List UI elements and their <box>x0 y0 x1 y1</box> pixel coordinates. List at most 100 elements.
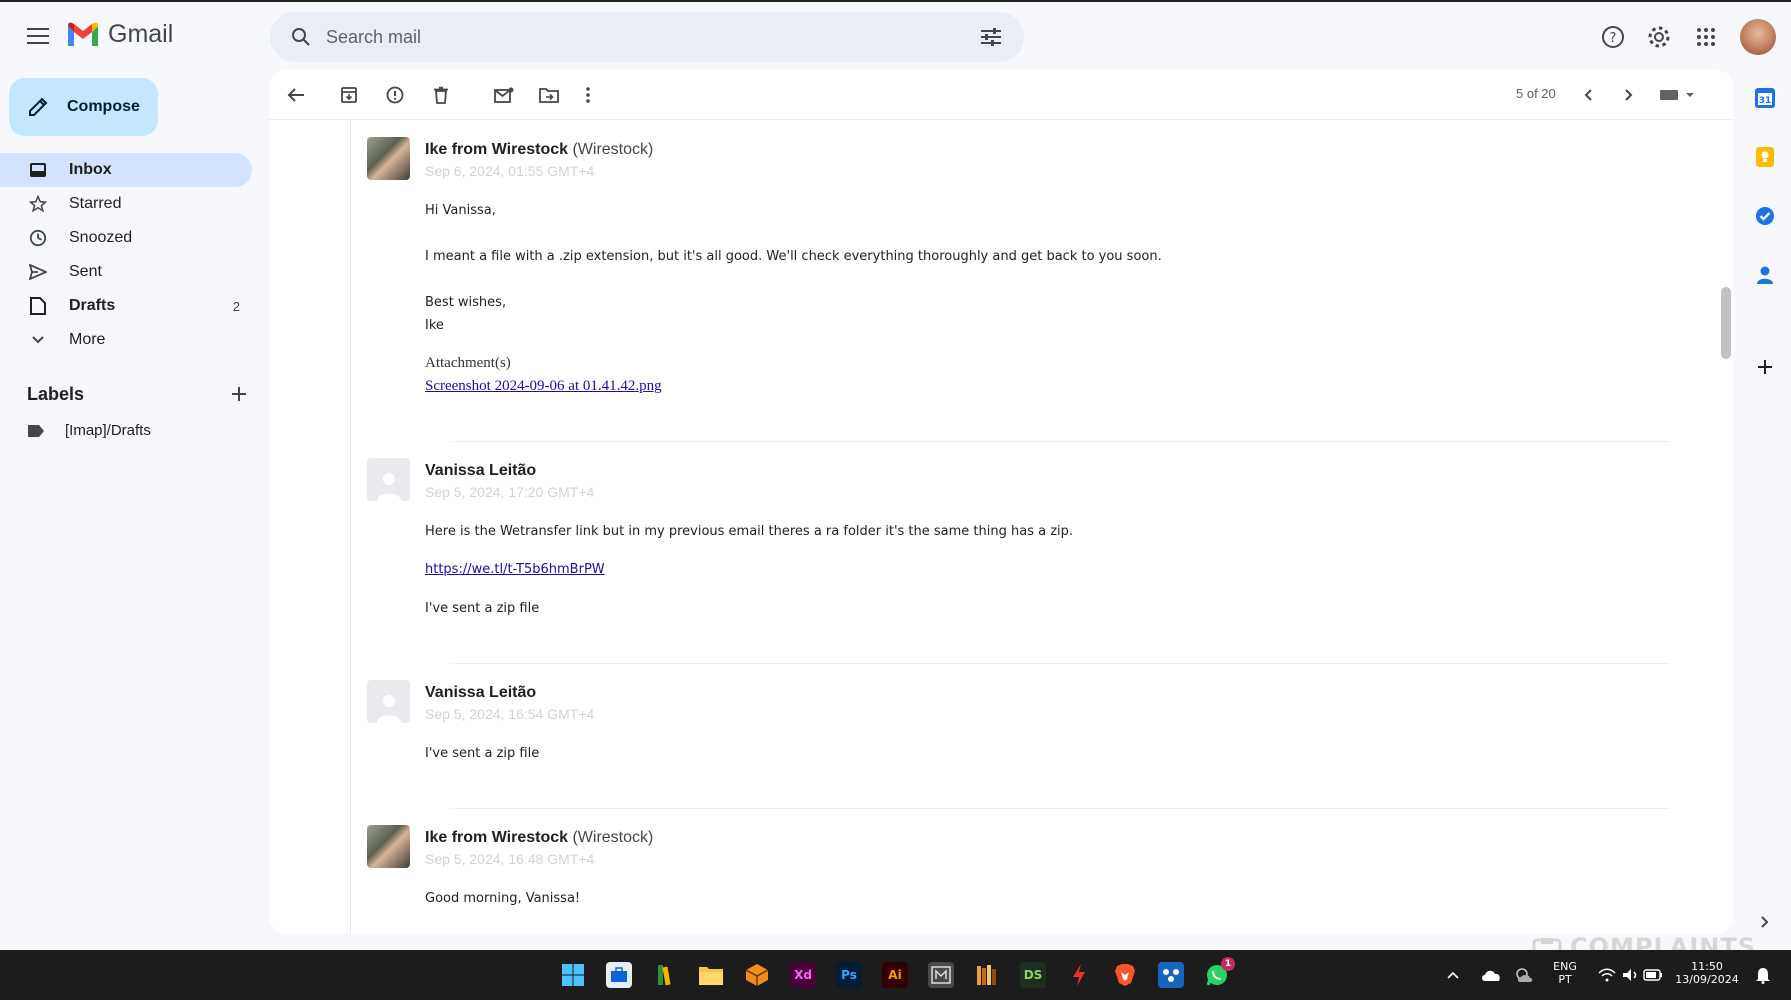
whatsapp-badge: 1 <box>1221 957 1235 971</box>
message-date: Sep 5, 2024, 16:48 GMT+4 <box>425 851 595 867</box>
tasks-icon[interactable] <box>1753 204 1777 228</box>
archive-icon[interactable] <box>335 81 363 109</box>
file-explorer-icon[interactable] <box>698 962 724 988</box>
books-app-icon[interactable] <box>652 962 678 988</box>
sender-name: Ike from Wirestock (Wirestock) <box>425 141 654 158</box>
brave-browser-icon[interactable] <box>1112 962 1138 988</box>
ds-app-icon[interactable]: DS <box>1020 962 1046 988</box>
compose-label: Compose <box>67 98 140 115</box>
search-bar[interactable] <box>270 12 1024 62</box>
sidebar-item-label: Drafts <box>69 297 116 314</box>
settings-gear-icon[interactable] <box>1643 21 1675 53</box>
thread-message[interactable]: Ike from Wirestock (Wirestock) Sep 5, 20… <box>367 825 1687 925</box>
weather-tray-icon[interactable] <box>1512 962 1538 988</box>
conversation-thread: Ike from Wirestock (Wirestock) Sep 6, 20… <box>350 120 1720 934</box>
thread-message[interactable]: Vanissa Leitão Sep 5, 2024, 16:54 GMT+4 … <box>367 680 1687 780</box>
add-addon-icon[interactable] <box>1753 355 1777 379</box>
network-app-icon[interactable] <box>1158 962 1184 988</box>
tray-chevron-up-icon[interactable] <box>1444 962 1462 988</box>
sidebar-item-label: Starred <box>69 195 122 212</box>
attachment-link[interactable]: Screenshot 2024-09-06 at 01.41.42.png <box>425 378 662 395</box>
chevron-right-icon[interactable] <box>1615 81 1643 109</box>
draft-icon <box>27 295 49 317</box>
message-text: Here is the Wetransfer link but in my pr… <box>425 524 1074 539</box>
scrollbar-thumb[interactable] <box>1721 287 1731 359</box>
clock-icon <box>27 227 49 249</box>
windows-start-icon[interactable] <box>560 962 586 988</box>
message-toolbar: 5 of 20 <box>269 70 1733 120</box>
help-icon[interactable]: ? <box>1597 21 1629 53</box>
svg-text:31: 31 <box>1759 96 1772 106</box>
message-text: Good morning, Vanissa! <box>425 891 581 906</box>
onedrive-cloud-icon[interactable] <box>1478 962 1504 988</box>
keyboard-layout: PT <box>1558 973 1572 986</box>
input-tools-keyboard-icon[interactable] <box>1657 81 1697 109</box>
default-avatar-icon <box>367 680 410 723</box>
sidebar-item-snoozed[interactable]: Snoozed <box>0 221 252 255</box>
expand-panel-chevron-icon[interactable] <box>1753 910 1777 934</box>
library-app-icon[interactable] <box>974 962 1000 988</box>
sidebar-item-sent[interactable]: Sent <box>0 255 252 289</box>
app-header: Gmail ? <box>0 2 1791 66</box>
add-label-icon[interactable] <box>231 386 247 402</box>
svg-text:?: ? <box>1610 31 1617 46</box>
store-app-icon[interactable] <box>606 962 632 988</box>
app-name: Gmail <box>108 20 174 48</box>
media-app-icon[interactable] <box>928 962 954 988</box>
calendar-icon[interactable]: 31 <box>1753 86 1777 110</box>
label-imap-drafts[interactable]: [Imap]/Drafts <box>27 422 151 439</box>
flash-app-icon[interactable] <box>1066 962 1092 988</box>
delete-trash-icon[interactable] <box>427 81 455 109</box>
message-text: I've sent a zip file <box>425 746 540 761</box>
search-input[interactable] <box>326 26 966 48</box>
clock-display[interactable]: 11:50 13/09/2024 <box>1672 960 1742 986</box>
illustrator-icon[interactable]: Ai <box>882 962 908 988</box>
message-text: Ike <box>425 318 444 333</box>
sidebar-item-drafts[interactable]: Drafts 2 <box>0 289 252 323</box>
sender-avatar <box>367 825 410 868</box>
star-icon <box>27 193 49 215</box>
notification-bell-icon[interactable] <box>1750 962 1776 988</box>
wetransfer-link[interactable]: https://we.tl/t-T5b6hmBrPW <box>425 562 605 577</box>
language-indicator[interactable]: ENG PT <box>1550 960 1580 986</box>
message-date: Sep 5, 2024, 17:20 GMT+4 <box>425 484 595 500</box>
pagination-count: 5 of 20 <box>1516 86 1556 101</box>
battery-icon[interactable] <box>1640 962 1666 988</box>
more-vert-icon[interactable] <box>574 81 602 109</box>
search-options-icon[interactable] <box>966 12 1016 62</box>
clock-date: 13/09/2024 <box>1675 973 1739 986</box>
chevron-left-icon[interactable] <box>1574 81 1602 109</box>
main-menu-icon[interactable] <box>22 20 54 52</box>
language-code: ENG <box>1553 960 1577 973</box>
gmail-logo[interactable]: Gmail <box>66 20 173 49</box>
send-icon <box>27 261 49 283</box>
sender-name: Vanissa Leitão <box>425 684 537 701</box>
contacts-icon[interactable] <box>1753 263 1777 287</box>
photoshop-icon[interactable]: Ps <box>836 962 862 988</box>
sender-name: Ike from Wirestock (Wirestock) <box>425 829 654 846</box>
message-date: Sep 5, 2024, 16:54 GMT+4 <box>425 706 595 722</box>
sidebar-item-label: More <box>69 331 106 348</box>
sidebar-item-inbox[interactable]: Inbox <box>0 153 252 187</box>
thread-message[interactable]: Ike from Wirestock (Wirestock) Sep 6, 20… <box>367 137 1687 417</box>
report-spam-icon[interactable] <box>381 81 409 109</box>
message-text: I've sent a zip file <box>425 601 540 616</box>
search-icon[interactable] <box>276 12 326 62</box>
move-to-folder-icon[interactable] <box>535 81 563 109</box>
adobe-xd-icon[interactable]: Xd <box>790 962 816 988</box>
keep-notes-icon[interactable] <box>1753 145 1777 169</box>
account-avatar[interactable] <box>1740 19 1776 55</box>
apps-grid-icon[interactable] <box>1690 21 1722 53</box>
pencil-icon <box>29 97 48 116</box>
wifi-icon[interactable] <box>1594 962 1620 988</box>
sender-avatar <box>367 137 410 180</box>
whatsapp-icon[interactable]: 1 <box>1204 957 1235 988</box>
mark-unread-icon[interactable] <box>490 81 518 109</box>
compose-button[interactable]: Compose <box>9 78 158 136</box>
package-app-icon[interactable] <box>744 962 770 988</box>
sidebar-item-more[interactable]: More <box>0 323 252 357</box>
back-arrow-icon[interactable] <box>282 81 310 109</box>
sidebar-item-starred[interactable]: Starred <box>0 187 252 221</box>
drafts-count: 2 <box>232 298 240 314</box>
thread-message[interactable]: Vanissa Leitão Sep 5, 2024, 17:20 GMT+4 … <box>367 458 1687 638</box>
